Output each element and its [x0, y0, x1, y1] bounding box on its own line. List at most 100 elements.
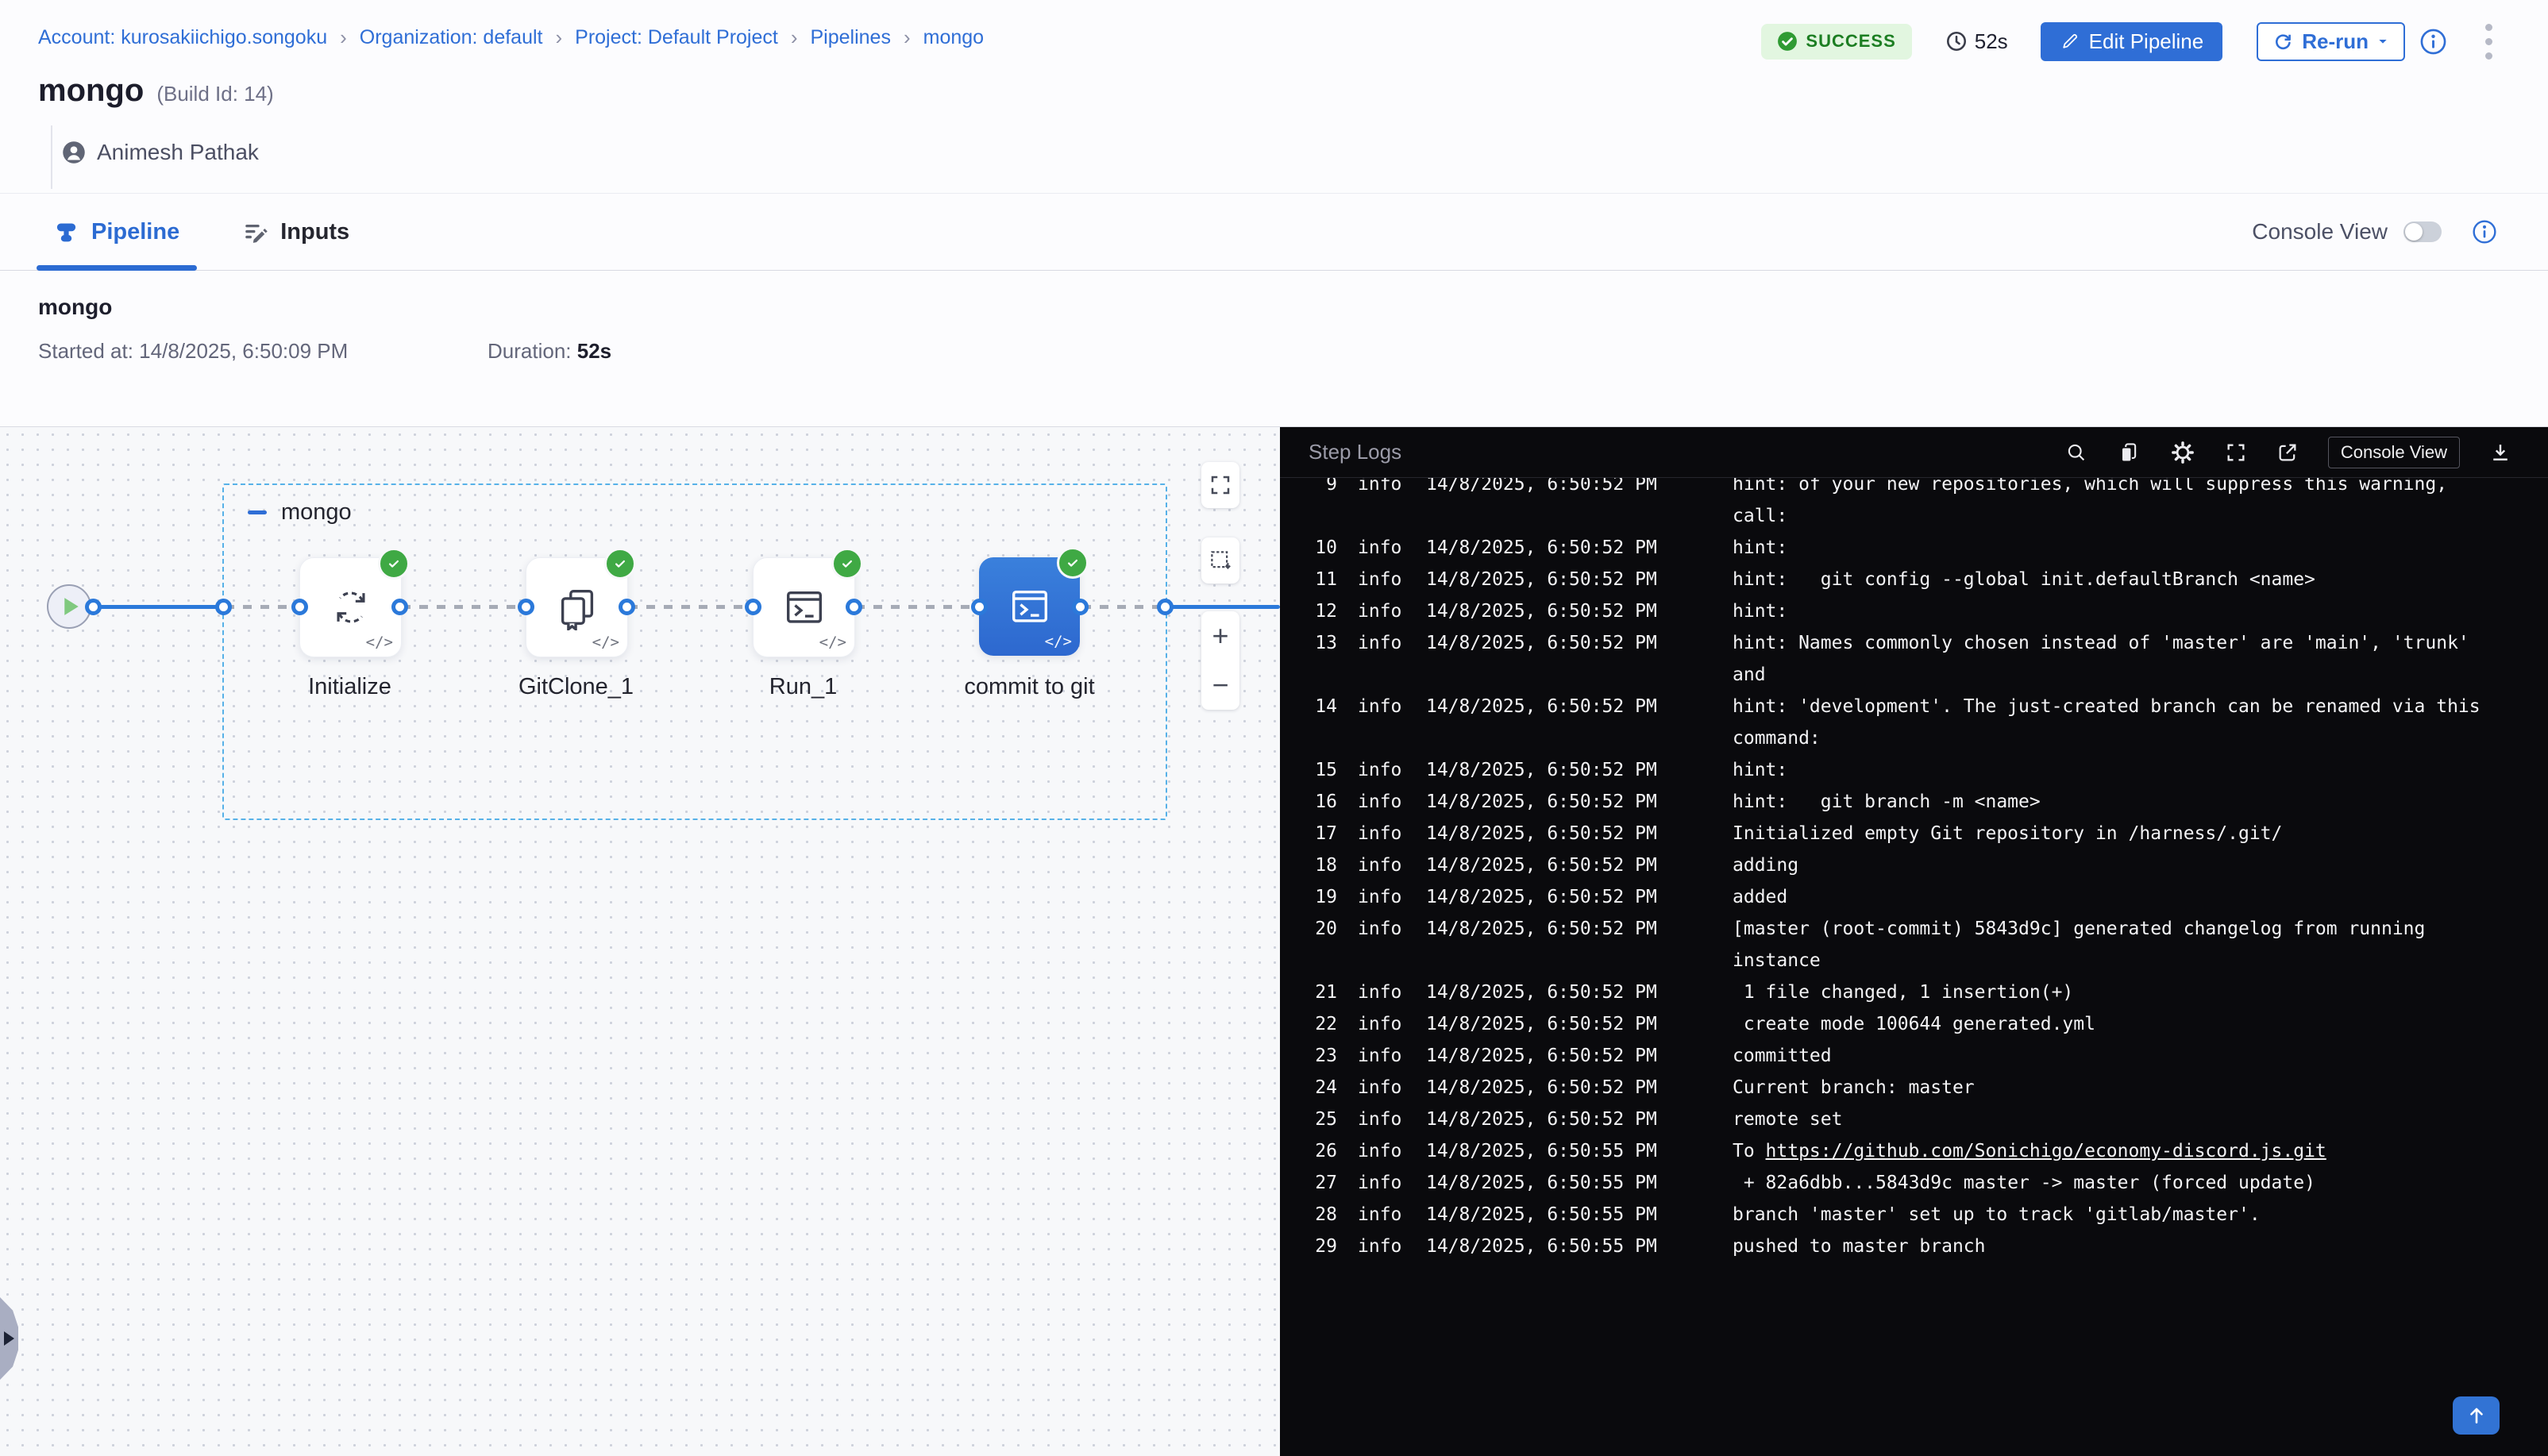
user-avatar-icon — [62, 141, 86, 164]
log-msg: To https://github.com/Sonichigo/economy-… — [1733, 1135, 2503, 1167]
edge-end — [1162, 605, 1280, 609]
tab-inputs[interactable]: Inputs — [226, 194, 367, 270]
log-ts: 14/8/2025, 6:50:55 PM — [1426, 1199, 1712, 1231]
breadcrumb-pipelines[interactable]: Pipelines — [811, 26, 891, 49]
zoom-out-button[interactable]: − — [1201, 661, 1239, 710]
connector-node — [291, 599, 308, 615]
breadcrumb-account[interactable]: Account: kurosakiichigo.songoku — [38, 26, 327, 49]
git-remote-link[interactable]: https://github.com/Sonichigo/economy-dis… — [1766, 1141, 2326, 1161]
success-check-icon — [604, 548, 636, 580]
log-lvl: info — [1358, 478, 1405, 532]
log-line: 13info14/8/2025, 6:50:52 PMhint: Names c… — [1304, 627, 2503, 691]
build-id: (Build Id: 14) — [156, 82, 273, 106]
breadcrumb-pipeline-name[interactable]: mongo — [923, 26, 984, 49]
log-content[interactable]: 9info14/8/2025, 6:50:52 PMhint: of your … — [1280, 478, 2548, 1456]
log-line: 15info14/8/2025, 6:50:52 PMhint: — [1304, 754, 2503, 786]
log-line: 23info14/8/2025, 6:50:52 PMcommitted — [1304, 1040, 2503, 1072]
author-name: Animesh Pathak — [97, 140, 259, 165]
rerun-button[interactable]: Re-run — [2257, 22, 2405, 61]
breadcrumb-organization[interactable]: Organization: default — [360, 26, 543, 49]
log-ts: 14/8/2025, 6:50:52 PM — [1426, 595, 1712, 627]
canvas-fit-view-button[interactable] — [1201, 537, 1239, 584]
canvas-zoom-controls: + − — [1201, 611, 1239, 710]
stage-group-name: mongo — [281, 499, 352, 526]
step-logs-panel: Step Logs Console View — [1280, 427, 2548, 1456]
log-ln: 24 — [1304, 1072, 1337, 1104]
log-msg: hint: — [1733, 754, 2503, 786]
step-logs-header: Step Logs Console View — [1280, 427, 2548, 478]
log-line: 9info14/8/2025, 6:50:52 PMhint: of your … — [1304, 478, 2503, 532]
log-ts: 14/8/2025, 6:50:52 PM — [1426, 627, 1712, 691]
step-node-gitclone[interactable]: </> — [526, 557, 628, 657]
log-ln: 19 — [1304, 881, 1337, 913]
step-node-run[interactable]: </> — [753, 557, 855, 657]
author-row: Animesh Pathak — [62, 140, 259, 165]
log-msg: hint: of your new repositories, which wi… — [1733, 478, 2503, 532]
info-icon[interactable] — [2419, 28, 2447, 56]
settings-icon[interactable] — [2170, 440, 2195, 465]
log-ts: 14/8/2025, 6:50:52 PM — [1426, 532, 1712, 564]
duration-label: Duration: — [488, 339, 577, 363]
log-line: 28info14/8/2025, 6:50:55 PMbranch 'maste… — [1304, 1199, 2503, 1231]
header-actions: SUCCESS 52s Edit Pipeline Re-run — [1761, 21, 2496, 62]
log-line: 21info14/8/2025, 6:50:52 PM 1 file chang… — [1304, 976, 2503, 1008]
log-ts: 14/8/2025, 6:50:52 PM — [1426, 818, 1712, 849]
log-line: 25info14/8/2025, 6:50:52 PMremote set — [1304, 1104, 2503, 1135]
log-lvl: info — [1358, 691, 1405, 754]
log-ts: 14/8/2025, 6:50:52 PM — [1426, 478, 1712, 532]
search-icon[interactable] — [2065, 441, 2087, 464]
expand-arrow-icon — [4, 1331, 14, 1346]
connector-node — [391, 599, 408, 615]
log-ln: 28 — [1304, 1199, 1337, 1231]
more-options-icon[interactable] — [2482, 21, 2496, 63]
scroll-to-top-button[interactable] — [2453, 1396, 2500, 1435]
open-in-new-icon[interactable] — [2276, 441, 2299, 464]
edit-pipeline-button[interactable]: Edit Pipeline — [2041, 22, 2223, 61]
console-view-toggle[interactable] — [2403, 221, 2442, 242]
elapsed-time: 52s — [1945, 29, 2008, 54]
connector-node — [518, 599, 534, 615]
breadcrumb-separator: › — [555, 25, 562, 50]
breadcrumb-project[interactable]: Project: Default Project — [575, 26, 778, 49]
copy-icon[interactable] — [2117, 441, 2141, 464]
download-icon[interactable] — [2489, 441, 2511, 464]
log-msg: hint: 'development'. The just-created br… — [1733, 691, 2503, 754]
step-node-initialize[interactable]: </> — [299, 557, 402, 657]
breadcrumb-separator: › — [904, 25, 911, 50]
app-window: Account: kurosakiichigo.songoku › Organi… — [0, 0, 2548, 1456]
step-label-gitclone: GitClone_1 — [486, 674, 666, 700]
log-ln: 14 — [1304, 691, 1337, 754]
log-ts: 14/8/2025, 6:50:52 PM — [1426, 881, 1712, 913]
tab-pipeline[interactable]: Pipeline — [37, 194, 197, 270]
log-lvl: info — [1358, 1008, 1405, 1040]
connector-node — [619, 599, 635, 615]
terminal-icon — [1007, 584, 1053, 630]
chevron-down-icon — [2376, 35, 2389, 48]
code-icon: </> — [819, 634, 846, 651]
log-msg: Current branch: master — [1733, 1072, 2503, 1104]
console-view-button[interactable]: Console View — [2328, 437, 2460, 468]
log-line: 18info14/8/2025, 6:50:52 PMadding — [1304, 849, 2503, 881]
fullscreen-icon[interactable] — [2225, 441, 2247, 464]
log-msg: Initialized empty Git repository in /har… — [1733, 818, 2503, 849]
log-msg: committed — [1733, 1040, 2503, 1072]
left-panel-expander[interactable] — [0, 1297, 18, 1380]
step-node-commit-to-git[interactable]: </> — [979, 557, 1080, 656]
log-lvl: info — [1358, 1167, 1405, 1199]
log-ln: 15 — [1304, 754, 1337, 786]
page-header: Account: kurosakiichigo.songoku › Organi… — [0, 0, 2548, 194]
console-view-info-icon[interactable] — [2472, 219, 2497, 245]
code-icon: </> — [1045, 633, 1072, 650]
log-ln: 26 — [1304, 1135, 1337, 1167]
edit-pipeline-label: Edit Pipeline — [2089, 29, 2204, 54]
log-ln: 21 — [1304, 976, 1337, 1008]
log-lvl: info — [1358, 532, 1405, 564]
run-details: mongo Started at: 14/8/2025, 6:50:09 PM … — [0, 271, 2548, 427]
step-label-initialize: Initialize — [260, 674, 440, 700]
canvas-fullscreen-button[interactable] — [1201, 462, 1239, 508]
collapse-icon[interactable] — [248, 510, 267, 514]
log-ln: 20 — [1304, 913, 1337, 976]
git-clone-icon — [554, 584, 600, 630]
clock-icon — [1945, 30, 1968, 52]
zoom-in-button[interactable]: + — [1201, 611, 1239, 661]
